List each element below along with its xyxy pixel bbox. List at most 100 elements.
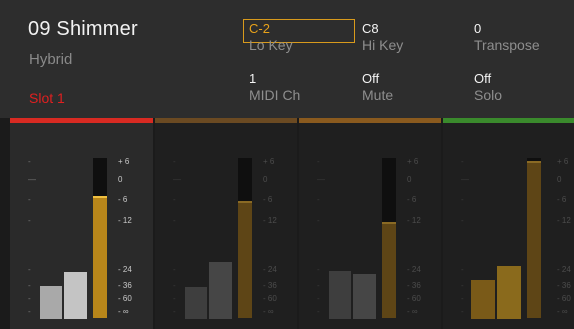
scale-tick: - xyxy=(173,307,176,316)
scale-tick: - xyxy=(28,157,31,166)
lo-key-param[interactable]: C-2 Lo Key xyxy=(249,21,359,54)
scale-label: 0 xyxy=(118,175,123,184)
instrument-slot-editor: 09 Shimmer Hybrid Slot 1 C-2 Lo Key C8 H… xyxy=(0,0,574,329)
scale-tick: - xyxy=(317,157,320,166)
right-channel-bar xyxy=(497,266,521,319)
scale-label: - 36 xyxy=(263,281,277,290)
scale-tick: - xyxy=(317,195,320,204)
level-meter xyxy=(527,158,541,318)
scale-tick: - xyxy=(28,265,31,274)
level-meter-fill xyxy=(238,201,252,318)
scale-label: - 60 xyxy=(118,294,132,303)
midi-ch-param[interactable]: 1 MIDI Ch xyxy=(249,71,359,104)
scale-label: - 60 xyxy=(557,294,571,303)
channel-strip-2[interactable]: - — - - - - - - + 6 0 - 6 - 12 - 24 - 36 - 60 - ∞ xyxy=(155,118,297,329)
scale-label: + 6 xyxy=(263,157,275,166)
mute-label: Mute xyxy=(362,87,394,103)
scale-tick: - xyxy=(173,195,176,204)
scale-tick: - xyxy=(173,157,176,166)
scale-label: - ∞ xyxy=(263,307,274,316)
level-meter xyxy=(93,158,107,318)
scale-tick: - xyxy=(28,294,31,303)
right-channel-bar xyxy=(353,274,376,319)
scale-tick: - xyxy=(28,195,31,204)
channel-strip-1[interactable]: - — - - - - - - + 6 0 - 6 - 12 - 24 - 36 - 60 - ∞ xyxy=(10,118,153,329)
preset-type: Hybrid xyxy=(29,51,73,68)
scale-tick: - xyxy=(173,281,176,290)
hi-key-param[interactable]: C8 Hi Key xyxy=(362,21,472,54)
scale-label: - ∞ xyxy=(557,307,568,316)
scale-label: 0 xyxy=(407,175,412,184)
lo-key-value: C-2 xyxy=(249,21,270,36)
scale-tick: - xyxy=(461,265,464,274)
left-channel-bar xyxy=(471,280,495,319)
scale-label: - ∞ xyxy=(118,307,129,316)
solo-value: Off xyxy=(474,71,492,86)
scale-tick: - xyxy=(317,216,320,225)
scale-label: - 24 xyxy=(263,265,277,274)
scale-tick: - xyxy=(28,281,31,290)
scale-tick: - xyxy=(461,294,464,303)
left-channel-bar xyxy=(40,286,62,319)
preset-name[interactable]: 09 Shimmer xyxy=(28,18,138,41)
scale-label: - 24 xyxy=(557,265,571,274)
scale-label: - 6 xyxy=(263,195,273,204)
scale-tick: - xyxy=(317,281,320,290)
solo-label: Solo xyxy=(474,87,503,103)
peak-indicator xyxy=(382,222,396,224)
transpose-value: 0 xyxy=(474,21,482,36)
scale-tick: — xyxy=(28,175,36,184)
scale-label: - 12 xyxy=(557,216,571,225)
level-meter xyxy=(238,158,252,318)
slot-label[interactable]: Slot 1 xyxy=(29,90,65,106)
scale-label: 0 xyxy=(557,175,562,184)
scale-tick: - xyxy=(28,216,31,225)
scale-tick: - xyxy=(317,294,320,303)
scale-tick: - xyxy=(28,307,31,316)
scale-label: - 36 xyxy=(118,281,132,290)
channel-strip-3[interactable]: - — - - - - - - + 6 0 - 6 - 12 - 24 - 36 - 60 - ∞ xyxy=(299,118,441,329)
level-meter-fill xyxy=(527,161,541,318)
scale-tick: - xyxy=(317,307,320,316)
scale-tick: — xyxy=(461,175,469,184)
scale-label: - 60 xyxy=(263,294,277,303)
scale-label: - 36 xyxy=(407,281,421,290)
hi-key-value: C8 xyxy=(362,21,379,36)
scale-label: - 6 xyxy=(407,195,417,204)
scale-label: - 6 xyxy=(118,195,128,204)
scale-label: + 6 xyxy=(118,157,130,166)
scale-label: - 24 xyxy=(118,265,132,274)
scale-tick: - xyxy=(461,281,464,290)
scale-label: - 12 xyxy=(407,216,421,225)
midi-ch-label: MIDI Ch xyxy=(249,87,301,103)
lo-key-label: Lo Key xyxy=(249,37,293,53)
scale-label: - 60 xyxy=(407,294,421,303)
scale-tick: — xyxy=(173,175,181,184)
left-channel-bar xyxy=(185,287,207,319)
scale-tick: - xyxy=(461,157,464,166)
right-channel-bar xyxy=(209,262,232,319)
scale-label: - 12 xyxy=(118,216,132,225)
scale-tick: - xyxy=(317,265,320,274)
peak-indicator xyxy=(527,161,541,163)
scale-tick: - xyxy=(173,265,176,274)
scale-label: + 6 xyxy=(407,157,419,166)
channel-strip-4[interactable]: - — - - - - - - + 6 0 - 6 - 12 - 24 - 36 - 60 - ∞ xyxy=(443,118,574,329)
scale-tick: - xyxy=(461,307,464,316)
mute-param[interactable]: Off Mute xyxy=(362,71,472,104)
mute-value: Off xyxy=(362,71,380,86)
transpose-label: Transpose xyxy=(474,37,540,53)
transpose-param[interactable]: 0 Transpose xyxy=(474,21,574,54)
midi-ch-value: 1 xyxy=(249,71,257,86)
level-meter-fill xyxy=(93,196,107,318)
solo-param[interactable]: Off Solo xyxy=(474,71,574,104)
slot-header: 09 Shimmer Hybrid Slot 1 C-2 Lo Key C8 H… xyxy=(0,0,574,118)
level-meter-fill xyxy=(382,222,396,318)
left-channel-bar xyxy=(329,271,351,319)
peak-indicator xyxy=(93,196,107,198)
scale-tick: - xyxy=(461,195,464,204)
scale-label: - 6 xyxy=(557,195,567,204)
right-channel-bar xyxy=(64,272,87,319)
hi-key-label: Hi Key xyxy=(362,37,404,53)
scale-tick: - xyxy=(173,216,176,225)
